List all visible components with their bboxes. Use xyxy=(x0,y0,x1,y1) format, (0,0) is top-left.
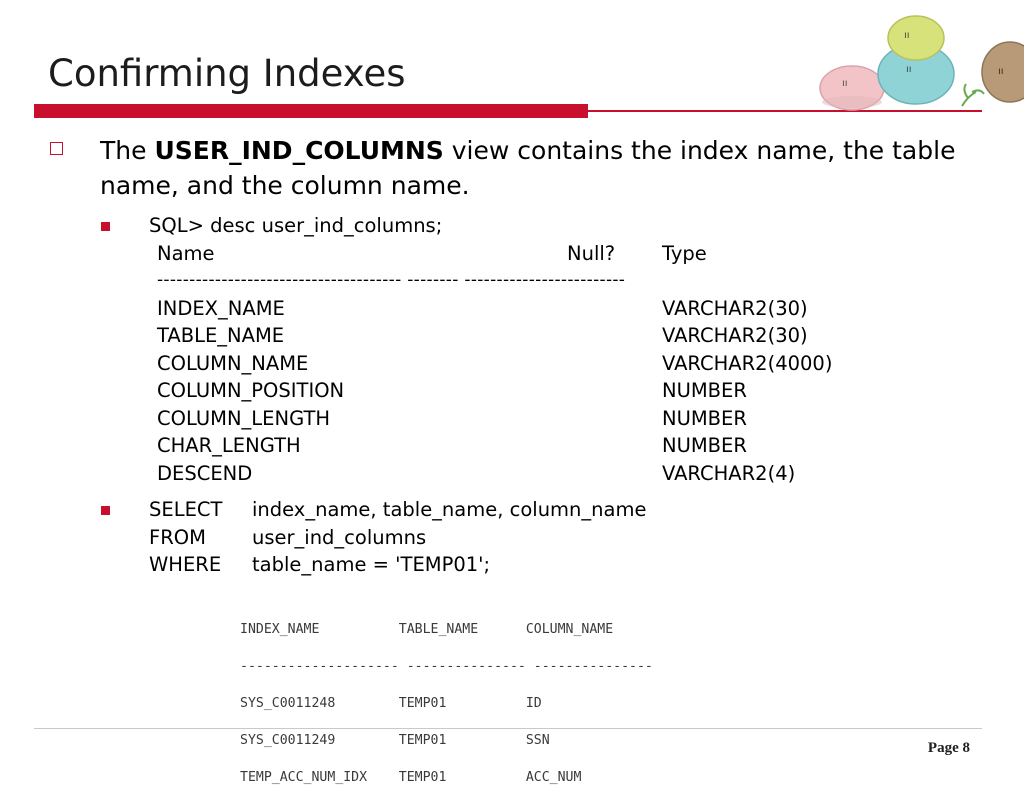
column-name-cell: DESCEND xyxy=(157,461,253,485)
select-keyword: SELECT xyxy=(149,498,223,521)
desc-command: SQL> desc user_ind_columns; xyxy=(149,214,443,237)
column-type-cell: NUMBER xyxy=(662,406,747,430)
column-type-cell: VARCHAR2(30) xyxy=(662,296,808,320)
svg-text:ıı: ıı xyxy=(842,78,848,89)
table-row: CHAR_LENGTH NUMBER xyxy=(157,432,937,460)
select-line: SELECT index_name, table_name, column_na… xyxy=(149,496,849,524)
footer-divider xyxy=(34,728,982,729)
column-type-cell: VARCHAR2(30) xyxy=(662,324,808,347)
query-result-output: INDEX_NAME TABLE_NAME COLUMN_NAME ------… xyxy=(240,602,653,807)
header-null: Null? xyxy=(567,241,616,265)
bullet-text: The USER_IND_COLUMNS view contains the i… xyxy=(100,133,980,203)
select-columns: index_name, table_name, column_name xyxy=(252,498,647,521)
desc-header-row: Name Null? Type xyxy=(157,240,937,268)
result-row: SYS_C0011249 TEMP01 SSN xyxy=(240,733,550,749)
result-row: SYS_C0011248 TEMP01 ID xyxy=(240,695,542,711)
svg-text:ıı: ıı xyxy=(998,66,1004,77)
where-condition: table_name = 'TEMP01'; xyxy=(252,553,491,576)
slide-title: Confirming Indexes xyxy=(48,52,406,95)
bullet-prefix: The xyxy=(100,136,155,165)
where-keyword: WHERE xyxy=(149,553,222,576)
result-header: INDEX_NAME TABLE_NAME COLUMN_NAME xyxy=(240,621,614,637)
table-row: DESCEND VARCHAR2(4) xyxy=(157,460,937,488)
from-table: user_ind_columns xyxy=(252,525,427,549)
header-type: Type xyxy=(662,241,707,265)
table-row: INDEX_NAME VARCHAR2(30) xyxy=(157,295,937,323)
hollow-square-bullet-icon xyxy=(50,142,63,155)
page-number: Page 8 xyxy=(927,740,970,756)
table-row: COLUMN_LENGTH NUMBER xyxy=(157,405,937,433)
column-name-cell: TABLE_NAME xyxy=(157,324,285,347)
result-separator: -------------------- --------------- ---… xyxy=(240,658,653,674)
sql-query-block: SELECT index_name, table_name, column_na… xyxy=(149,496,849,580)
from-line: FROM user_ind_columns xyxy=(149,524,849,552)
column-name-cell: COLUMN_LENGTH xyxy=(157,406,331,430)
where-line: WHERE table_name = 'TEMP01'; xyxy=(149,551,849,579)
column-name-cell: INDEX_NAME xyxy=(157,296,285,320)
svg-text:ıı: ıı xyxy=(906,64,912,75)
svg-text:ıı: ıı xyxy=(904,30,910,41)
column-type-cell: NUMBER xyxy=(662,379,747,402)
column-type-cell: NUMBER xyxy=(662,434,747,457)
desc-block: SQL> desc user_ind_columns; Name Null? T… xyxy=(149,212,949,492)
table-row: COLUMN_POSITION NUMBER xyxy=(157,377,937,405)
title-underline-bar xyxy=(34,104,588,118)
column-type-cell: VARCHAR2(4000) xyxy=(662,351,833,375)
filled-square-bullet-icon xyxy=(101,222,110,231)
table-row: TABLE_NAME VARCHAR2(30) xyxy=(157,322,937,350)
column-type-cell: VARCHAR2(4) xyxy=(662,461,796,485)
decorative-blob-characters-icon: ıı ıı ıı ıı xyxy=(819,15,1024,111)
from-keyword: FROM xyxy=(149,525,206,549)
column-name-cell: CHAR_LENGTH xyxy=(157,434,301,457)
column-name-cell: COLUMN_NAME xyxy=(157,351,309,375)
header-name: Name xyxy=(157,241,215,265)
desc-separator: -------------------------------------- -… xyxy=(157,270,626,290)
filled-square-bullet-icon xyxy=(101,506,110,515)
result-row: TEMP_ACC_NUM_IDX TEMP01 ACC_NUM xyxy=(240,770,582,786)
table-row: COLUMN_NAME VARCHAR2(4000) xyxy=(157,350,937,378)
bullet-bold-view-name: USER_IND_COLUMNS xyxy=(154,136,444,165)
column-name-cell: COLUMN_POSITION xyxy=(157,379,345,402)
